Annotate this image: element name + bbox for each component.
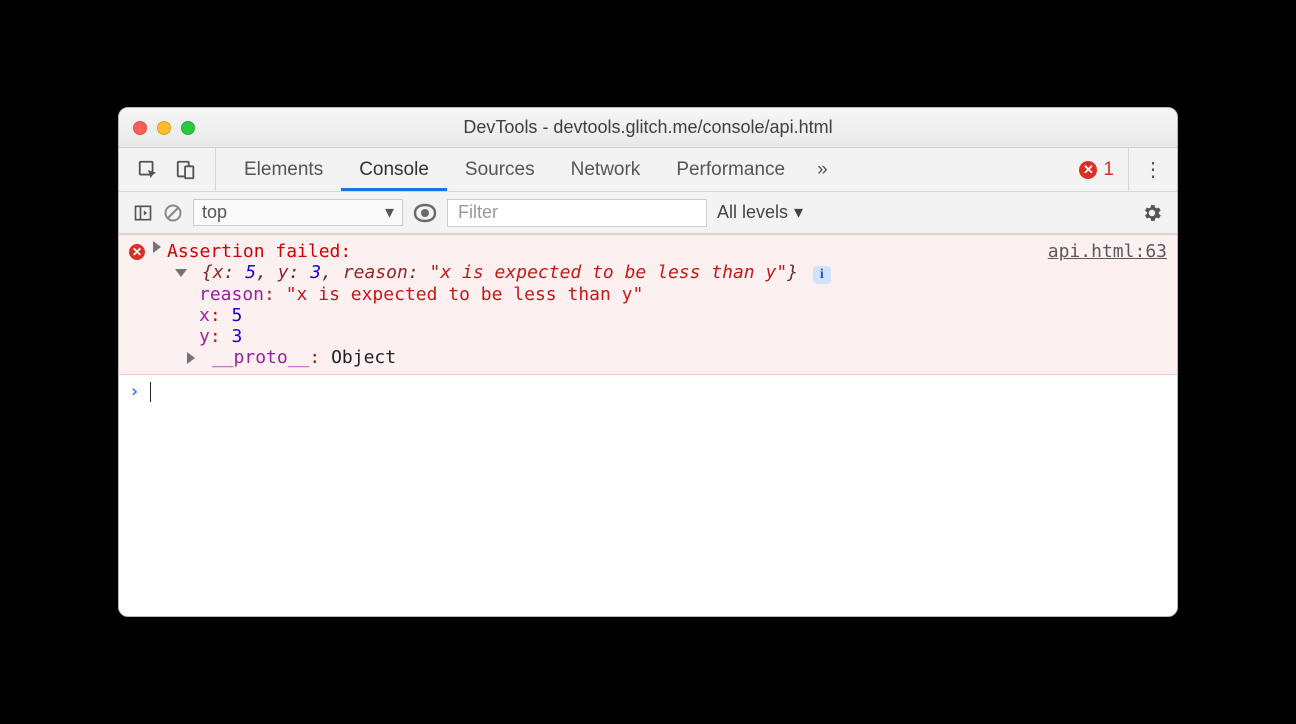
- tab-performance[interactable]: Performance: [658, 148, 803, 191]
- tab-console[interactable]: Console: [341, 148, 447, 191]
- error-counter[interactable]: ✕ 1: [1065, 159, 1128, 181]
- live-expression-icon[interactable]: [413, 201, 437, 225]
- console-output: ✕ Assertion failed: api.html:63 {x: 5, y…: [119, 234, 1177, 616]
- object-property-reason: reason: "x is expected to be less than y…: [129, 284, 1167, 305]
- levels-label: All levels: [717, 202, 788, 223]
- window-title: DevTools - devtools.glitch.me/console/ap…: [119, 117, 1177, 138]
- error-icon: ✕: [129, 244, 145, 260]
- inspect-element-icon[interactable]: [137, 159, 159, 181]
- minimize-window-button[interactable]: [157, 121, 171, 135]
- settings-menu-button[interactable]: ⋮: [1128, 148, 1177, 191]
- info-badge-icon[interactable]: i: [813, 266, 831, 284]
- panel-tab-strip: Elements Console Sources Network Perform…: [119, 148, 1177, 192]
- console-error-message: ✕ Assertion failed: api.html:63 {x: 5, y…: [119, 234, 1177, 375]
- object-proto[interactable]: __proto__: Object: [129, 347, 1167, 368]
- source-link[interactable]: api.html:63: [1048, 241, 1167, 262]
- context-value: top: [202, 202, 227, 223]
- more-tabs-button[interactable]: »: [803, 148, 842, 191]
- filter-input[interactable]: Filter: [447, 199, 707, 227]
- text-cursor: [150, 382, 151, 402]
- prompt-caret-icon: ›: [129, 381, 140, 402]
- expand-toggle-icon[interactable]: [187, 352, 195, 364]
- toggle-console-sidebar-icon[interactable]: [133, 203, 153, 223]
- console-prompt[interactable]: ›: [119, 375, 1177, 408]
- tab-sources[interactable]: Sources: [447, 148, 553, 191]
- error-count-value: 1: [1103, 159, 1114, 181]
- chevron-down-icon: ▾: [385, 202, 394, 223]
- clear-console-icon[interactable]: [163, 203, 183, 223]
- error-title: Assertion failed:: [167, 241, 351, 262]
- traffic-lights: [119, 121, 195, 135]
- object-property-x: x: 5: [129, 305, 1167, 326]
- zoom-window-button[interactable]: [181, 121, 195, 135]
- expand-toggle-icon[interactable]: [153, 241, 161, 253]
- log-levels-selector[interactable]: All levels ▾: [717, 202, 803, 223]
- devtools-window: DevTools - devtools.glitch.me/console/ap…: [118, 107, 1178, 617]
- error-badge-icon: ✕: [1079, 161, 1097, 179]
- console-toolbar: top ▾ Filter All levels ▾: [119, 192, 1177, 234]
- object-property-y: y: 3: [129, 326, 1167, 347]
- collapse-toggle-icon[interactable]: [175, 269, 187, 277]
- execution-context-selector[interactable]: top ▾: [193, 199, 403, 226]
- titlebar: DevTools - devtools.glitch.me/console/ap…: [119, 108, 1177, 148]
- close-window-button[interactable]: [133, 121, 147, 135]
- console-settings-icon[interactable]: [1141, 202, 1163, 224]
- toggle-device-toolbar-icon[interactable]: [175, 159, 197, 181]
- tab-elements[interactable]: Elements: [226, 148, 341, 191]
- filter-placeholder: Filter: [458, 202, 498, 223]
- tab-network[interactable]: Network: [553, 148, 659, 191]
- object-preview[interactable]: {x: 5, y: 3, reason: "x is expected to b…: [129, 262, 1167, 284]
- chevron-down-icon: ▾: [794, 202, 803, 223]
